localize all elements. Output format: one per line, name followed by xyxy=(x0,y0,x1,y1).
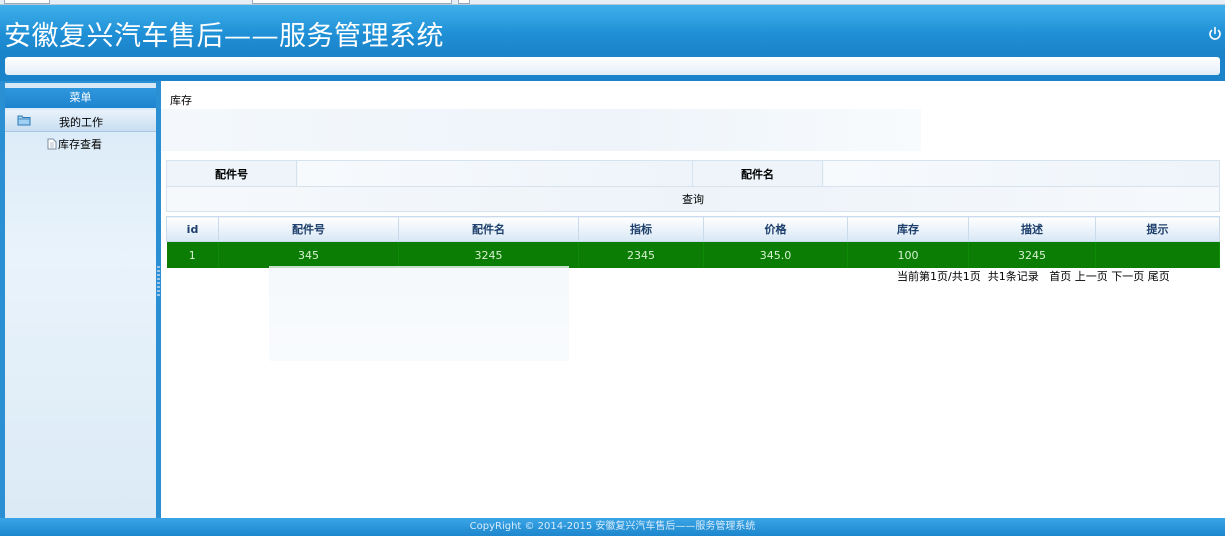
sidebar-group-my-work[interactable]: 我的工作 xyxy=(5,110,156,132)
browser-tab[interactable] xyxy=(252,0,452,4)
pager-status: 当前第1页/共1页 xyxy=(897,270,981,283)
cell-indicator: 2345 xyxy=(578,241,704,268)
sidebar-heading: 菜单 xyxy=(5,88,156,108)
column-header-id[interactable]: id xyxy=(166,216,219,242)
cell-stock: 100 xyxy=(847,241,969,268)
last-page-link[interactable]: 尾页 xyxy=(1148,270,1170,283)
toolbar-strip xyxy=(5,57,1220,75)
column-header-part-no[interactable]: 配件号 xyxy=(218,216,399,242)
part-no-input[interactable] xyxy=(297,161,692,186)
browser-tab[interactable] xyxy=(4,0,50,4)
cell-description: 3245 xyxy=(968,241,1096,268)
app-header: 安徽复兴汽车售后——服务管理系统 xyxy=(0,5,1225,54)
sidebar: 菜单 我的工作 库存查看 xyxy=(0,81,158,518)
main-content: 库存 配件号 配件名 查询 id 配件号 配件名 指标 价格 库存 描述 提示 … xyxy=(161,81,1225,518)
inventory-table: id 配件号 配件名 指标 价格 库存 描述 提示 1 345 3245 234… xyxy=(166,216,1220,268)
document-icon xyxy=(47,138,57,153)
part-no-label: 配件号 xyxy=(166,160,297,187)
search-form: 配件号 配件名 查询 xyxy=(166,160,1220,212)
column-header-price[interactable]: 价格 xyxy=(703,216,848,242)
splitter-grip[interactable] xyxy=(157,266,160,296)
table-header-row: id 配件号 配件名 指标 价格 库存 描述 提示 xyxy=(166,216,1220,242)
table-row[interactable]: 1 345 3245 2345 345.0 100 3245 xyxy=(166,241,1220,268)
app-title: 安徽复兴汽车售后——服务管理系统 xyxy=(4,21,444,52)
first-page-link[interactable]: 首页 xyxy=(1049,270,1071,283)
folder-icon xyxy=(17,114,31,129)
cell-part-no: 345 xyxy=(218,241,399,268)
pagination: 当前第1页/共1页 共1条记录 首页 上一页 下一页 尾页 xyxy=(897,268,1170,284)
cell-id: 1 xyxy=(166,241,219,268)
cell-price: 345.0 xyxy=(703,241,848,268)
footer-copyright: CopyRight © 2014-2015 安徽复兴汽车售后——服务管理系统 xyxy=(0,518,1225,536)
pager-total: 共1条记录 xyxy=(987,270,1039,283)
column-header-indicator[interactable]: 指标 xyxy=(578,216,704,242)
sidebar-item-inventory-view[interactable]: 库存查看 xyxy=(47,136,102,153)
sidebar-item-label: 库存查看 xyxy=(58,138,102,151)
column-header-part-name[interactable]: 配件名 xyxy=(398,216,579,242)
sidebar-group-label: 我的工作 xyxy=(59,116,103,129)
part-name-input[interactable] xyxy=(823,161,1219,186)
power-icon[interactable] xyxy=(1206,25,1224,43)
decorative-background xyxy=(269,266,569,361)
cell-hint xyxy=(1095,241,1220,268)
column-header-hint[interactable]: 提示 xyxy=(1095,216,1220,242)
toolbar-bar xyxy=(0,54,1225,81)
sidebar-panel: 菜单 我的工作 库存查看 xyxy=(5,83,156,518)
part-name-label: 配件名 xyxy=(692,160,823,187)
browser-tab[interactable] xyxy=(458,0,470,4)
prev-page-link[interactable]: 上一页 xyxy=(1075,270,1108,283)
next-page-link[interactable]: 下一页 xyxy=(1111,270,1144,283)
decorative-background xyxy=(161,109,921,151)
breadcrumb: 库存 xyxy=(170,94,192,107)
column-header-description[interactable]: 描述 xyxy=(968,216,1096,242)
query-button[interactable]: 查询 xyxy=(166,186,1220,212)
cell-part-name: 3245 xyxy=(398,241,579,268)
column-header-stock[interactable]: 库存 xyxy=(847,216,969,242)
